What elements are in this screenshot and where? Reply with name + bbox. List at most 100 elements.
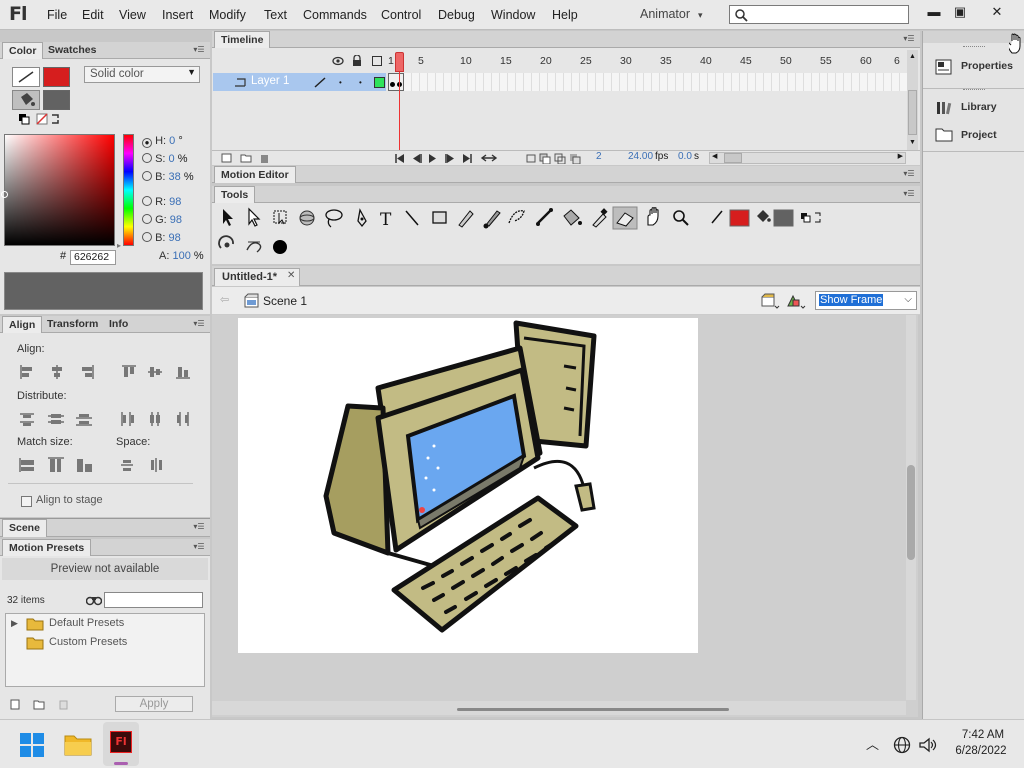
expand-arrow-icon[interactable]: ▶ — [11, 618, 18, 629]
tab-motion-presets[interactable]: Motion Presets — [2, 539, 92, 556]
menu-help[interactable]: Help — [552, 0, 578, 30]
panel-menu-icon[interactable]: ▾☰ — [192, 319, 206, 329]
paint-bucket-tool-icon[interactable] — [563, 209, 582, 226]
document-tab[interactable]: Untitled-1* ✕ — [214, 268, 300, 286]
tab-align[interactable]: Align — [2, 316, 43, 333]
tab-transform[interactable]: Transform — [41, 316, 104, 333]
distribute-top-icon[interactable] — [20, 413, 34, 426]
elapsed-time[interactable]: 0.0 — [678, 151, 692, 162]
chevron-up-icon[interactable]: ︿ — [866, 734, 879, 753]
menu-file[interactable]: File — [47, 0, 67, 30]
distribute-hcenter-icon[interactable] — [150, 412, 160, 426]
library-label[interactable]: Library — [961, 101, 997, 113]
menu-debug[interactable]: Debug — [438, 0, 475, 30]
edit-scene-icon[interactable] — [761, 293, 780, 309]
outline-icon[interactable] — [372, 56, 382, 66]
frames-strip[interactable] — [388, 73, 908, 91]
stage-vscroll[interactable] — [906, 315, 916, 700]
tool-fill-swatch[interactable] — [773, 209, 794, 227]
selection-tool-icon[interactable] — [223, 209, 233, 226]
delete-preset-icon[interactable] — [59, 700, 68, 710]
project-label[interactable]: Project — [961, 129, 997, 141]
saturation-value[interactable]: 0 — [169, 153, 175, 165]
layer-name[interactable]: Layer 1 — [251, 75, 289, 87]
distribute-vcenter-icon[interactable] — [48, 414, 64, 424]
bone-tool-icon[interactable] — [536, 208, 553, 226]
playhead-handle[interactable] — [395, 52, 404, 72]
frame-rate[interactable]: 24.00 — [628, 151, 653, 162]
restore-button[interactable]: ▣ — [944, 3, 976, 23]
lasso-tool-icon[interactable] — [325, 209, 343, 228]
saturation-row[interactable]: S: 0 % — [142, 150, 194, 168]
edit-multiple-frames-icon[interactable] — [570, 154, 581, 164]
play-icon[interactable] — [429, 154, 436, 163]
lock-dot[interactable]: • — [359, 78, 362, 87]
panel-menu-icon[interactable]: ▾☰ — [902, 169, 916, 179]
lock-icon[interactable] — [353, 55, 361, 66]
green-value[interactable]: 98 — [170, 214, 182, 226]
step-back-icon[interactable] — [413, 154, 422, 163]
align-bottom-icon[interactable] — [176, 367, 190, 379]
loop-icon[interactable] — [480, 154, 498, 162]
panel-menu-icon[interactable]: ▾☰ — [192, 522, 206, 532]
volume-icon[interactable] — [918, 736, 938, 754]
menu-view[interactable]: View — [119, 0, 146, 30]
color-picker-field[interactable] — [1, 134, 115, 246]
menu-modify[interactable]: Modify — [209, 0, 246, 30]
back-arrow-icon[interactable]: ⇦ — [220, 293, 229, 306]
pen-tool-icon[interactable] — [357, 208, 367, 228]
layer-row[interactable]: Layer 1 • • — [213, 73, 386, 91]
eraser-tool-icon[interactable] — [612, 206, 638, 230]
deco-tool-icon[interactable] — [508, 210, 525, 224]
brightness-value[interactable]: 38 — [169, 171, 181, 183]
step-forward-icon[interactable] — [445, 154, 454, 163]
free-transform-tool-icon[interactable] — [273, 210, 287, 225]
hue-row[interactable]: ● H: 0 ° — [142, 132, 194, 150]
close-tab-icon[interactable]: ✕ — [287, 270, 295, 281]
tab-scene[interactable]: Scene — [2, 519, 47, 537]
distribute-bottom-icon[interactable] — [76, 414, 92, 426]
alpha-value[interactable]: 100 — [172, 250, 190, 262]
text-tool-icon[interactable]: T — [380, 210, 392, 230]
folder-default-presets[interactable]: Default Presets — [49, 617, 124, 629]
hand-tool-icon[interactable] — [647, 207, 659, 226]
eyedropper-tool-icon[interactable] — [592, 208, 608, 228]
green-row[interactable]: G: 98 — [142, 211, 204, 229]
brush-size-icon[interactable] — [273, 240, 287, 254]
tab-tools[interactable]: Tools — [214, 186, 256, 203]
go-to-last-frame-icon[interactable] — [463, 154, 472, 163]
tab-timeline[interactable]: Timeline — [214, 31, 271, 48]
swap-colors-icon[interactable] — [801, 212, 821, 223]
swap-colors-icons[interactable] — [18, 112, 68, 126]
fill-color-swatch[interactable] — [43, 90, 70, 110]
alpha-row[interactable]: A: 100 % — [142, 247, 204, 265]
clock-date[interactable]: 6/28/2022 — [946, 745, 1016, 757]
rectangle-tool-icon[interactable] — [432, 211, 447, 224]
delete-layer-icon[interactable] — [261, 155, 268, 163]
onion-skin-icon[interactable] — [539, 153, 551, 164]
space-vertical-icon[interactable] — [121, 460, 133, 471]
fill-bucket-icon[interactable] — [12, 90, 40, 110]
globe-icon[interactable] — [893, 736, 911, 754]
hex-input[interactable]: 626262 — [70, 250, 116, 265]
snap-to-objects-icon[interactable] — [218, 235, 234, 249]
windows-start-icon[interactable] — [20, 733, 44, 757]
tab-color[interactable]: Color — [2, 42, 44, 59]
align-hcenter-icon[interactable] — [52, 365, 62, 379]
brightness-row[interactable]: B: 38 % — [142, 168, 194, 186]
red-row[interactable]: R: 98 — [142, 193, 204, 211]
new-preset-icon[interactable] — [10, 699, 20, 710]
new-folder-icon[interactable] — [240, 154, 252, 163]
timeline-vscroll[interactable]: ▲ ▼ — [907, 50, 918, 150]
panel-menu-icon[interactable]: ▾☰ — [902, 189, 916, 199]
brush-tool-icon[interactable] — [483, 210, 501, 229]
close-button[interactable]: ✕ — [981, 3, 1013, 23]
apply-button[interactable]: Apply — [115, 696, 193, 712]
scene-name[interactable]: Scene 1 — [263, 294, 307, 308]
menu-insert[interactable]: Insert — [162, 0, 193, 30]
zoom-select[interactable]: Show Frame ⌵ — [815, 291, 917, 310]
eye-icon[interactable] — [332, 56, 344, 66]
folder-custom-presets[interactable]: Custom Presets — [49, 636, 127, 648]
match-width-icon[interactable] — [19, 458, 34, 472]
layer-color-swatch[interactable] — [374, 77, 385, 88]
